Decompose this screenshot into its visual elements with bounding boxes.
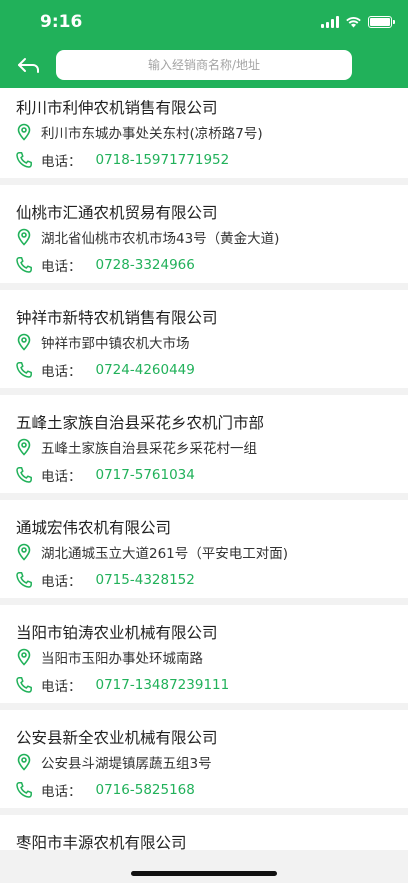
dealer-phone-row[interactable]: 电话： 0718-15971771952 (15, 150, 229, 170)
phone-number-link[interactable]: 0717-13487239111 (96, 677, 230, 693)
dealer-address: 湖北省仙桃市农机市场43号（黄金大道) (41, 231, 280, 247)
location-pin-icon (15, 438, 33, 456)
dealer-address-row: 五峰土家族自治县采花乡采花村一组 (15, 437, 257, 457)
phone-number-link[interactable]: 0717-5761034 (96, 467, 195, 483)
phone-number-link[interactable]: 0716-5825168 (96, 782, 195, 798)
dealer-name: 仙桃市汇通农机贸易有限公司 (16, 204, 218, 222)
dealer-name: 通城宏伟农机有限公司 (16, 519, 172, 537)
location-pin-icon (15, 753, 33, 771)
dealer-name: 公安县新全农业机械有限公司 (16, 729, 218, 747)
phone-number-link[interactable]: 0724-4260449 (96, 362, 195, 378)
dealer-card[interactable]: 利川市利伸农机销售有限公司 利川市东城办事处关东村(凉桥路7号) 电话： 071… (0, 88, 408, 178)
dealer-phone-row[interactable]: 电话： 0728-3324966 (15, 255, 195, 275)
dealer-address-row: 湖北通城玉立大道261号（平安电工对面) (15, 542, 288, 562)
location-pin-icon (15, 648, 33, 666)
phone-label: 电话： (41, 574, 82, 590)
phone-number-link[interactable]: 0728-3324966 (96, 257, 195, 273)
header-bar: 9:16 (0, 0, 408, 88)
dealer-name: 五峰土家族自治县采花乡农机门市部 (16, 414, 265, 432)
phone-label: 电话： (41, 679, 82, 695)
phone-icon (15, 781, 33, 799)
phone-label: 电话： (41, 784, 82, 800)
wifi-icon (346, 17, 361, 28)
cellular-signal-icon (321, 16, 339, 28)
dealer-address: 当阳市玉阳办事处环城南路 (41, 651, 203, 667)
back-arrow-icon (18, 58, 39, 73)
phone-number-link[interactable]: 0715-4328152 (96, 572, 195, 588)
location-pin-icon (15, 228, 33, 246)
dealer-address-row: 当阳市玉阳办事处环城南路 (15, 647, 203, 667)
dealer-card[interactable]: 五峰土家族自治县采花乡农机门市部 五峰土家族自治县采花乡采花村一组 电话： 07… (0, 395, 408, 493)
search-input[interactable] (56, 50, 352, 80)
dealer-address: 湖北通城玉立大道261号（平安电工对面) (41, 546, 289, 562)
dealer-address-row: 公安县斗湖堤镇孱蔬五组3号 (15, 752, 212, 772)
dealer-address: 五峰土家族自治县采花乡采花村一组 (41, 441, 257, 457)
dealer-card[interactable]: 钟祥市新特农机销售有限公司 钟祥市郢中镇农机大市场 电话： 0724-42604… (0, 290, 408, 388)
dealer-card[interactable]: 公安县新全农业机械有限公司 公安县斗湖堤镇孱蔬五组3号 电话： 0716-582… (0, 710, 408, 808)
status-bar: 9:16 (0, 0, 408, 44)
phone-label: 电话： (41, 364, 82, 380)
dealer-address: 公安县斗湖堤镇孱蔬五组3号 (41, 756, 212, 772)
phone-icon (15, 256, 33, 274)
dealer-address-row: 湖北省仙桃市农机市场43号（黄金大道) (15, 227, 279, 247)
search-box[interactable] (56, 50, 352, 80)
dealer-name: 利川市利伸农机销售有限公司 (16, 99, 218, 117)
dealer-list[interactable]: 利川市利伸农机销售有限公司 利川市东城办事处关东村(凉桥路7号) 电话： 071… (0, 88, 408, 850)
phone-icon (15, 361, 33, 379)
phone-label: 电话： (41, 469, 82, 485)
bottom-safe-area (0, 850, 408, 883)
dealer-address-row: 利川市东城办事处关东村(凉桥路7号) (15, 122, 263, 142)
dealer-card[interactable]: 枣阳市丰源农机有限公司 (0, 815, 408, 850)
phone-label: 电话： (41, 154, 82, 170)
location-pin-icon (15, 333, 33, 351)
dealer-name: 钟祥市新特农机销售有限公司 (16, 309, 218, 327)
phone-label: 电话： (41, 259, 82, 275)
status-icons (321, 14, 395, 30)
dealer-address: 钟祥市郢中镇农机大市场 (41, 336, 190, 352)
home-indicator (131, 871, 277, 876)
back-button[interactable] (14, 52, 44, 80)
dealer-name: 枣阳市丰源农机有限公司 (16, 834, 187, 850)
phone-number-link[interactable]: 0718-15971771952 (96, 152, 230, 168)
dealer-phone-row[interactable]: 电话： 0716-5825168 (15, 780, 195, 800)
dealer-phone-row[interactable]: 电话： 0717-5761034 (15, 465, 195, 485)
location-pin-icon (15, 543, 33, 561)
dealer-address-row: 钟祥市郢中镇农机大市场 (15, 332, 190, 352)
dealer-phone-row[interactable]: 电话： 0724-4260449 (15, 360, 195, 380)
dealer-card[interactable]: 当阳市铂涛农业机械有限公司 当阳市玉阳办事处环城南路 电话： 0717-1348… (0, 605, 408, 703)
dealer-card[interactable]: 通城宏伟农机有限公司 湖北通城玉立大道261号（平安电工对面) 电话： 0715… (0, 500, 408, 598)
dealer-phone-row[interactable]: 电话： 0717-13487239111 (15, 675, 229, 695)
phone-icon (15, 466, 33, 484)
dealer-name: 当阳市铂涛农业机械有限公司 (16, 624, 218, 642)
phone-icon (15, 151, 33, 169)
location-pin-icon (15, 123, 33, 141)
battery-icon (368, 16, 395, 28)
dealer-address: 利川市东城办事处关东村(凉桥路7号) (41, 126, 263, 142)
dealer-phone-row[interactable]: 电话： 0715-4328152 (15, 570, 195, 590)
status-time: 9:16 (40, 12, 83, 32)
phone-icon (15, 676, 33, 694)
phone-icon (15, 571, 33, 589)
dealer-card[interactable]: 仙桃市汇通农机贸易有限公司 湖北省仙桃市农机市场43号（黄金大道) 电话： 07… (0, 185, 408, 283)
